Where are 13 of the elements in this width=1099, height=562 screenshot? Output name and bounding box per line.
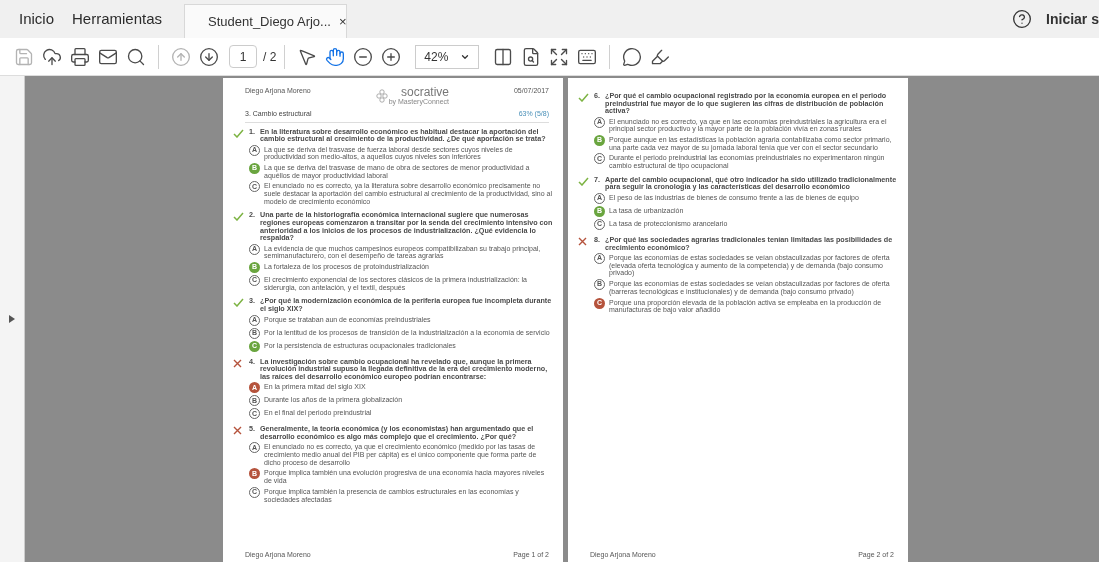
document-tab[interactable]: Student_Diego Arjo... × xyxy=(184,4,348,38)
menu-tab[interactable]: Inicio xyxy=(0,0,64,38)
tab-title: Student_Diego Arjo... xyxy=(208,12,331,31)
sign-in-link[interactable]: Iniciar s xyxy=(1046,8,1099,30)
tab-close-button[interactable]: × xyxy=(338,11,347,32)
page-number-field[interactable]: 1 xyxy=(229,45,257,68)
zoom-dropdown[interactable]: 42% xyxy=(415,44,480,69)
help-button[interactable] xyxy=(1012,9,1033,29)
logo-text: socrative xyxy=(401,86,449,98)
menu-tab[interactable]: Herramientas xyxy=(63,0,172,38)
expand-panel-icon[interactable] xyxy=(9,315,15,323)
hexagon-logo-icon xyxy=(375,88,388,103)
page-count: / 2 xyxy=(263,48,277,66)
